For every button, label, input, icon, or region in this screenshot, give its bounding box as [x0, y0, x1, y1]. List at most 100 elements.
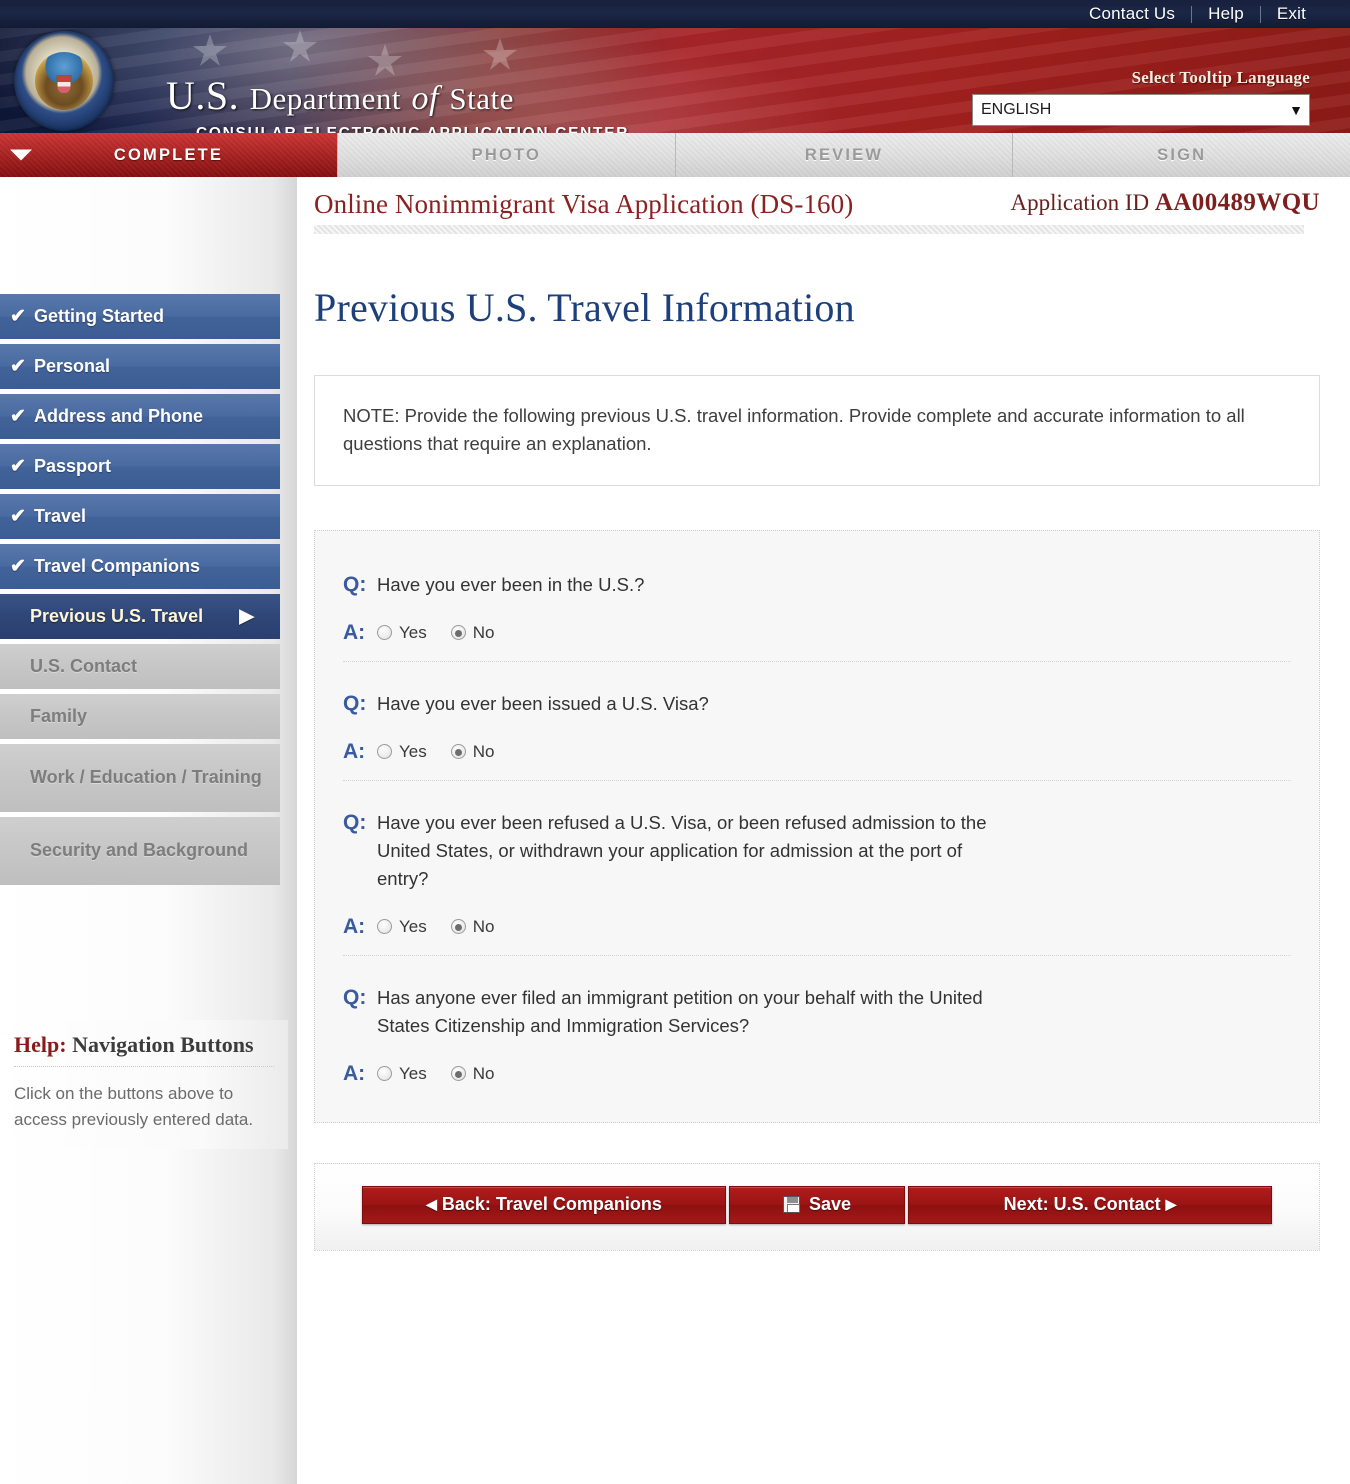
sidebar: ✔ Getting Started ✔ Personal ✔ Address a…: [0, 177, 297, 1484]
radio-option-yes[interactable]: Yes: [377, 623, 427, 643]
answer-marker: A:: [343, 739, 366, 763]
question-row: Q: Has anyone ever filed an immigrant pe…: [343, 984, 1291, 1040]
sidebar-item-label: U.S. Contact: [30, 655, 138, 676]
sidebar-item-getting-started[interactable]: ✔ Getting Started: [0, 294, 280, 339]
question-text: Has anyone ever filed an immigrant petit…: [377, 986, 983, 1036]
sidebar-nav-list: ✔ Getting Started ✔ Personal ✔ Address a…: [0, 294, 280, 890]
check-icon: ✔: [10, 406, 26, 427]
radio-label-yes: Yes: [399, 622, 427, 642]
question-block-2: Q: Have you ever been issued a U.S. Visa…: [343, 660, 1291, 780]
answer-marker: A:: [343, 914, 366, 938]
sidebar-item-work-education-training[interactable]: Work / Education / Training: [0, 744, 280, 812]
department-of-state-seal-icon: [14, 31, 114, 131]
banner-subtitle: CONSULAR ELECTRONIC APPLICATION CENTER: [196, 125, 629, 133]
banner-title-us: U.S.: [166, 73, 240, 118]
main-content: Online Nonimmigrant Visa Application (DS…: [297, 177, 1350, 1484]
sidebar-item-passport[interactable]: ✔ Passport: [0, 444, 280, 489]
application-id-value: AA00489WQU: [1154, 189, 1320, 216]
tab-review-label: REVIEW: [804, 145, 884, 164]
breadcrumb: Online Nonimmigrant Visa Application (DS…: [297, 177, 1350, 239]
check-icon: ✔: [10, 356, 26, 377]
chevron-right-icon: ▶: [239, 606, 254, 627]
note-box: NOTE: Provide the following previous U.S…: [314, 374, 1320, 486]
tab-photo[interactable]: PHOTO: [337, 133, 675, 177]
site-banner: U.S. Department of State CONSULAR ELECTR…: [0, 28, 1350, 133]
question-marker: Q:: [343, 810, 367, 834]
check-icon: ✔: [10, 306, 26, 327]
sidebar-item-label: Security and Background: [30, 840, 249, 861]
banner-title-state: State: [449, 81, 514, 116]
answer-row: A: Yes No: [343, 1062, 1291, 1086]
sidebar-item-travel[interactable]: ✔ Travel: [0, 494, 280, 539]
contact-us-link[interactable]: Contact Us: [1073, 4, 1191, 24]
radio-option-no[interactable]: No: [450, 917, 494, 937]
sidebar-item-label: Getting Started: [34, 305, 165, 326]
tab-photo-label: PHOTO: [471, 145, 542, 164]
radio-icon-selected[interactable]: [450, 919, 466, 935]
application-id-label: Application ID: [1010, 190, 1150, 215]
navigation-button-panel: ◀ Back: Travel Companions Save Next: U.S…: [314, 1162, 1320, 1251]
sidebar-item-address-and-phone[interactable]: ✔ Address and Phone: [0, 394, 280, 439]
language-select-label: Select Tooltip Language: [1131, 68, 1310, 87]
tab-complete[interactable]: COMPLETE: [0, 133, 337, 177]
radio-icon-selected[interactable]: [450, 744, 466, 760]
radio-option-yes[interactable]: Yes: [377, 1064, 427, 1084]
question-marker: Q:: [343, 572, 367, 596]
radio-option-yes[interactable]: Yes: [377, 917, 427, 937]
save-button[interactable]: Save: [729, 1185, 905, 1224]
question-row: Q: Have you ever been issued a U.S. Visa…: [343, 690, 1291, 718]
note-text: NOTE: Provide the following previous U.S…: [343, 404, 1245, 454]
sidebar-item-travel-companions[interactable]: ✔ Travel Companions: [0, 544, 280, 589]
radio-icon-selected[interactable]: [450, 1066, 466, 1082]
radio-icon[interactable]: [377, 1066, 392, 1082]
next-button[interactable]: Next: U.S. Contact ▶: [908, 1185, 1272, 1224]
utility-bar: Contact Us Help Exit: [0, 0, 1350, 28]
question-text: Have you ever been refused a U.S. Visa, …: [377, 811, 987, 889]
help-title: Help: Navigation Buttons: [14, 1020, 274, 1067]
sidebar-item-label: Family: [30, 705, 88, 726]
tab-review[interactable]: REVIEW: [674, 133, 1013, 177]
help-title-prefix: Help:: [14, 1032, 67, 1057]
answer-row: A: Yes No: [343, 740, 1291, 764]
sidebar-item-previous-us-travel[interactable]: Previous U.S. Travel ▶: [0, 594, 280, 639]
radio-icon[interactable]: [377, 919, 392, 935]
radio-label-yes: Yes: [399, 741, 427, 761]
tooltip-language-value: ENGLISH: [981, 101, 1052, 118]
sidebar-item-label: Passport: [34, 455, 112, 476]
save-button-label: Save: [808, 1194, 852, 1215]
radio-icon-selected[interactable]: [450, 625, 466, 641]
question-block-4: Q: Has anyone ever filed an immigrant pe…: [343, 954, 1291, 1102]
page-title: Previous U.S. Travel Information: [314, 284, 855, 330]
back-button[interactable]: ◀ Back: Travel Companions: [362, 1185, 726, 1224]
sidebar-item-label: Previous U.S. Travel: [30, 605, 204, 626]
question-block-1: Q: Have you ever been in the U.S.? A: Ye…: [343, 559, 1291, 661]
banner-title: U.S. Department of State: [166, 76, 514, 119]
tab-complete-label: COMPLETE: [113, 145, 224, 164]
sidebar-item-label: Address and Phone: [34, 405, 204, 426]
answer-marker: A:: [343, 1061, 366, 1085]
radio-option-no[interactable]: No: [450, 1064, 494, 1084]
exit-link[interactable]: Exit: [1261, 4, 1322, 24]
radio-option-no[interactable]: No: [450, 623, 494, 643]
back-button-label: Back: Travel Companions: [441, 1194, 662, 1215]
chevron-down-icon: ▼: [1289, 102, 1303, 118]
radio-option-yes[interactable]: Yes: [377, 742, 427, 762]
check-icon: ✔: [10, 556, 26, 577]
radio-icon[interactable]: [377, 744, 392, 760]
answer-row: A: Yes No: [343, 915, 1291, 939]
next-button-label: Next: U.S. Contact: [1003, 1194, 1161, 1215]
sidebar-item-label: Work / Education / Training: [30, 767, 262, 788]
sidebar-item-security-and-background[interactable]: Security and Background: [0, 817, 280, 885]
tab-sign[interactable]: SIGN: [1012, 133, 1350, 177]
radio-icon[interactable]: [377, 625, 392, 641]
sidebar-item-personal[interactable]: ✔ Personal: [0, 344, 280, 389]
sidebar-item-label: Personal: [34, 355, 111, 376]
tooltip-language-select[interactable]: ENGLISH ▼: [972, 94, 1310, 126]
floppy-disk-icon: [782, 1196, 800, 1214]
banner-title-department: Department: [249, 81, 401, 116]
sidebar-item-family[interactable]: Family: [0, 694, 280, 739]
sidebar-item-us-contact[interactable]: U.S. Contact: [0, 644, 280, 689]
arrow-right-icon: ▶: [1165, 1196, 1177, 1213]
help-link[interactable]: Help: [1192, 4, 1260, 24]
radio-option-no[interactable]: No: [450, 742, 494, 762]
